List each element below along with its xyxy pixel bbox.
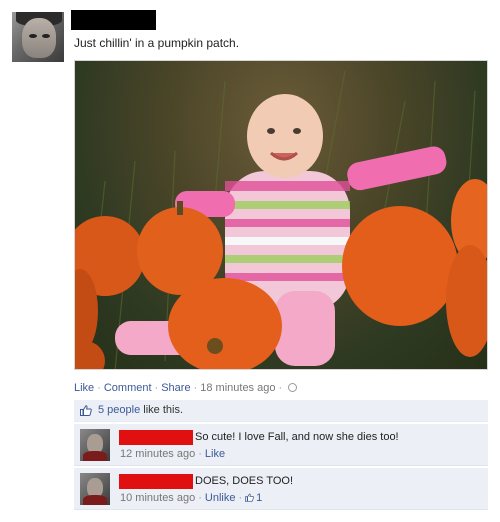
separator: · (97, 382, 101, 394)
comment-meta: 10 minutes ago · Unlike · 1 (120, 492, 262, 504)
globe-icon (288, 383, 298, 392)
share-link[interactable]: Share (161, 382, 190, 394)
likes-text: 5 people like this. (98, 404, 183, 416)
thumbs-up-icon (80, 405, 92, 416)
separator: · (238, 492, 243, 504)
post-timestamp[interactable]: 18 minutes ago (200, 382, 275, 394)
comment-like-count[interactable]: 1 (256, 492, 262, 504)
comment-link[interactable]: Comment (104, 382, 152, 394)
avatar-eye-left (29, 34, 37, 38)
poster-avatar[interactable] (12, 12, 64, 62)
commenter-name-redacted (119, 474, 193, 489)
avatar-eye-right (42, 34, 50, 38)
separator: · (198, 492, 202, 504)
poster-name-redacted (71, 10, 156, 30)
commenter-shirt (83, 495, 107, 505)
separator: · (154, 382, 159, 394)
commenter-name-redacted (119, 430, 193, 445)
post-photo[interactable] (74, 60, 488, 370)
separator: · (198, 448, 202, 460)
comment-timestamp[interactable]: 10 minutes ago (120, 492, 195, 504)
comment-item: So cute! I love Fall, and now she dies t… (74, 424, 488, 466)
likes-count-link[interactable]: 5 people (98, 404, 140, 416)
comment-text: DOES, DOES TOO! (195, 475, 294, 487)
likes-summary: 5 people like this. (74, 400, 488, 422)
comment-like-link[interactable]: Like (205, 448, 225, 460)
commenter-shirt (83, 451, 107, 461)
photo-illustration (75, 70, 487, 369)
comment-text: So cute! I love Fall, and now she dies t… (195, 431, 399, 443)
post-action-bar: Like · Comment · Share · 18 minutes ago · (74, 382, 298, 394)
like-link[interactable]: Like (74, 382, 94, 394)
comment-meta: 12 minutes ago · Like (120, 448, 225, 460)
commenter-avatar[interactable] (80, 429, 110, 461)
commenter-avatar[interactable] (80, 473, 110, 505)
separator: · (278, 382, 283, 394)
avatar-face (22, 18, 56, 58)
comment-item: DOES, DOES TOO! 10 minutes ago · Unlike · 1 (74, 468, 488, 510)
likes-suffix: like this. (140, 404, 184, 416)
comment-timestamp[interactable]: 12 minutes ago (120, 448, 195, 460)
thumbs-up-icon (245, 493, 254, 502)
separator: · (193, 382, 198, 394)
comment-unlike-link[interactable]: Unlike (205, 492, 236, 504)
status-message: Just chillin' in a pumpkin patch. (74, 36, 240, 50)
